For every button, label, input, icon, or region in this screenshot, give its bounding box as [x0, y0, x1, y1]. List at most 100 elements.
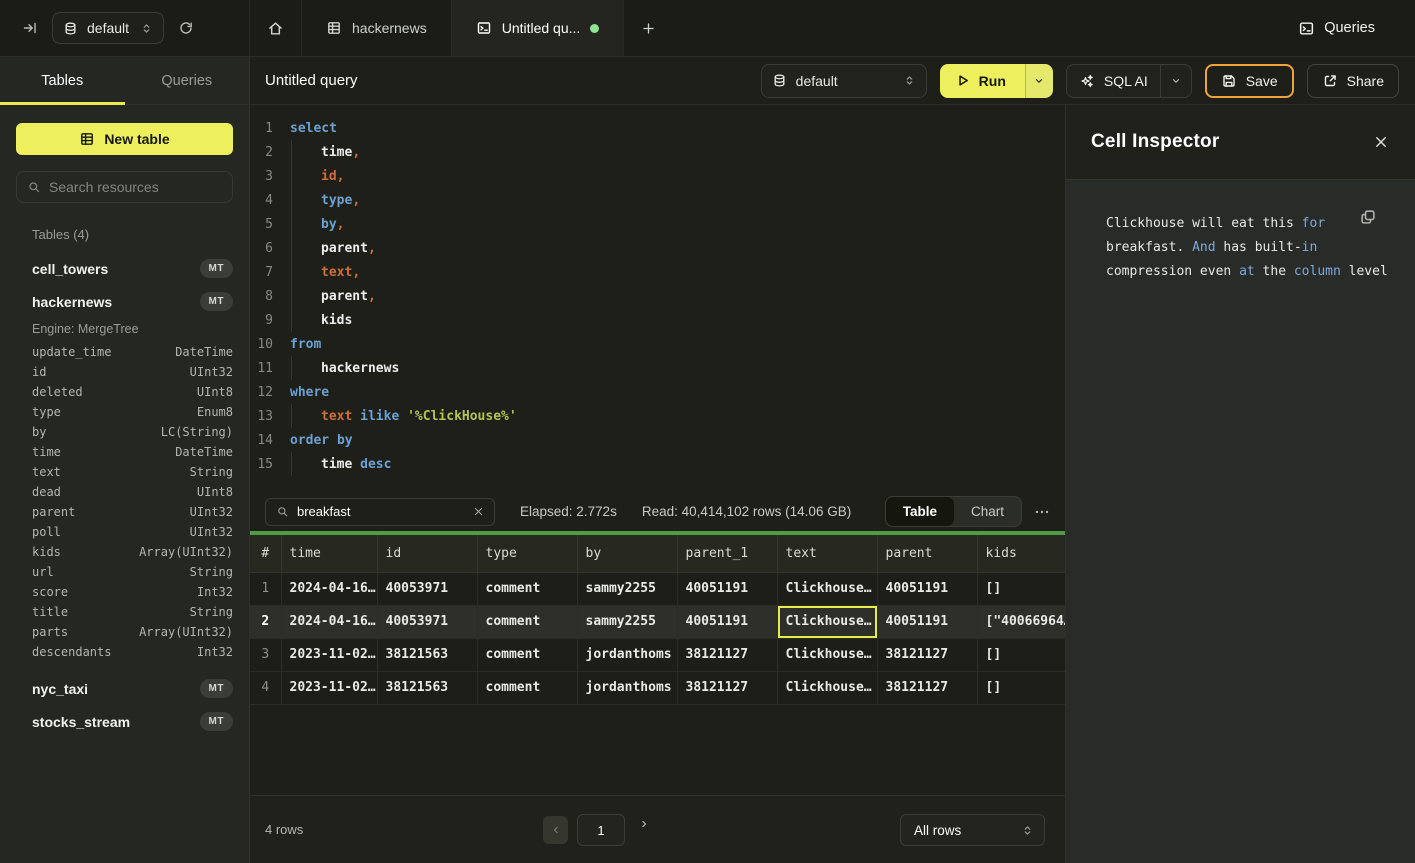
- column-header-by[interactable]: by: [577, 535, 677, 572]
- column-row[interactable]: titleString: [0, 602, 249, 622]
- sidebar-table-cell_towers[interactable]: cell_towersMT: [0, 252, 249, 285]
- run-options-button[interactable]: [1026, 64, 1053, 98]
- cell[interactable]: sammy2255: [577, 572, 677, 605]
- editor-line-2[interactable]: 2time,: [250, 140, 1065, 164]
- more-options-icon[interactable]: [1034, 504, 1050, 520]
- column-row[interactable]: deletedUInt8: [0, 382, 249, 402]
- clear-search-icon[interactable]: [473, 506, 484, 517]
- column-row[interactable]: pollUInt32: [0, 522, 249, 542]
- column-header-id[interactable]: id: [377, 535, 477, 572]
- cell[interactable]: ["40066964…: [977, 605, 1065, 638]
- cell[interactable]: 2023-11-02…: [281, 638, 377, 671]
- view-toggle-table[interactable]: Table: [886, 497, 954, 526]
- refresh-icon[interactable]: [178, 20, 194, 36]
- editor-line-6[interactable]: 6parent,: [250, 236, 1065, 260]
- cell[interactable]: sammy2255: [577, 605, 677, 638]
- tab-untitled-query[interactable]: Untitled qu...: [452, 0, 625, 56]
- sidebar-tab-tables[interactable]: Tables: [0, 57, 125, 104]
- column-header-parent_1[interactable]: parent_1: [677, 535, 777, 572]
- column-header-time[interactable]: time: [281, 535, 377, 572]
- tab-hackernews[interactable]: hackernews: [302, 0, 452, 56]
- cell[interactable]: 38121127: [677, 671, 777, 704]
- run-button[interactable]: Run: [940, 64, 1026, 98]
- row-number[interactable]: 4: [250, 671, 281, 704]
- page-size-selector[interactable]: All rows: [900, 814, 1045, 846]
- cell[interactable]: jordanthoms: [577, 638, 677, 671]
- editor-line-13[interactable]: 13text ilike '%ClickHouse%': [250, 404, 1065, 428]
- editor-line-3[interactable]: 3id,: [250, 164, 1065, 188]
- cell[interactable]: 40051191: [877, 605, 977, 638]
- column-header-kids[interactable]: kids: [977, 535, 1065, 572]
- row-number[interactable]: 3: [250, 638, 281, 671]
- sidebar-table-nyc_taxi[interactable]: nyc_taxiMT: [0, 672, 249, 705]
- row-number[interactable]: 2: [250, 605, 281, 638]
- table-row[interactable]: 12024-04-16…40053971commentsammy22554005…: [250, 572, 1065, 605]
- cell[interactable]: 40051191: [677, 572, 777, 605]
- column-header-type[interactable]: type: [477, 535, 577, 572]
- new-table-button[interactable]: New table: [16, 123, 233, 155]
- table-row[interactable]: 42023-11-02…38121563commentjordanthoms38…: [250, 671, 1065, 704]
- close-icon[interactable]: [1373, 134, 1389, 150]
- table-row[interactable]: 22024-04-16…40053971commentsammy22554005…: [250, 605, 1065, 638]
- column-row[interactable]: kidsArray(UInt32): [0, 542, 249, 562]
- editor-line-15[interactable]: 15time desc: [250, 452, 1065, 476]
- page-number-input[interactable]: [577, 814, 625, 846]
- new-tab-button[interactable]: [624, 0, 673, 56]
- cell[interactable]: comment: [477, 572, 577, 605]
- resource-search-input[interactable]: [49, 179, 222, 195]
- cell[interactable]: 40051191: [677, 605, 777, 638]
- query-database-selector[interactable]: default: [761, 64, 927, 98]
- sidebar-tab-queries[interactable]: Queries: [125, 57, 250, 104]
- cell[interactable]: 2023-11-02…: [281, 671, 377, 704]
- tab-home[interactable]: [250, 0, 302, 56]
- cell[interactable]: 40053971: [377, 572, 477, 605]
- editor-line-12[interactable]: 12where: [250, 380, 1065, 404]
- editor-line-14[interactable]: 14order by: [250, 428, 1065, 452]
- column-row[interactable]: byLC(String): [0, 422, 249, 442]
- prev-page-button[interactable]: [543, 816, 568, 844]
- editor-line-10[interactable]: 10from: [250, 332, 1065, 356]
- cell[interactable]: 38121127: [877, 671, 977, 704]
- sql-editor[interactable]: 1select2time,3id,4type,5by,6parent,7text…: [250, 105, 1065, 481]
- cell[interactable]: Clickhouse…: [777, 605, 877, 638]
- editor-line-1[interactable]: 1select: [250, 116, 1065, 140]
- cell[interactable]: 38121127: [877, 638, 977, 671]
- cell[interactable]: 38121127: [677, 638, 777, 671]
- cell[interactable]: 38121563: [377, 671, 477, 704]
- editor-line-9[interactable]: 9kids: [250, 308, 1065, 332]
- column-row[interactable]: deadUInt8: [0, 482, 249, 502]
- cell[interactable]: []: [977, 572, 1065, 605]
- column-header-parent[interactable]: parent: [877, 535, 977, 572]
- copy-icon[interactable]: [1359, 208, 1377, 226]
- column-header-text[interactable]: text: [777, 535, 877, 572]
- cell[interactable]: 38121563: [377, 638, 477, 671]
- cell[interactable]: 2024-04-16…: [281, 572, 377, 605]
- share-button[interactable]: Share: [1307, 64, 1399, 98]
- editor-line-4[interactable]: 4type,: [250, 188, 1065, 212]
- column-row[interactable]: parentUInt32: [0, 502, 249, 522]
- column-row[interactable]: urlString: [0, 562, 249, 582]
- cell[interactable]: 2024-04-16…: [281, 605, 377, 638]
- column-row[interactable]: idUInt32: [0, 362, 249, 382]
- database-selector[interactable]: default: [52, 12, 164, 44]
- column-row[interactable]: scoreInt32: [0, 582, 249, 602]
- cell[interactable]: comment: [477, 605, 577, 638]
- cell[interactable]: Clickhouse…: [777, 671, 877, 704]
- cell[interactable]: 40053971: [377, 605, 477, 638]
- table-row[interactable]: 32023-11-02…38121563commentjordanthoms38…: [250, 638, 1065, 671]
- sidebar-table-hackernews[interactable]: hackernewsMT: [0, 285, 249, 318]
- column-row[interactable]: typeEnum8: [0, 402, 249, 422]
- editor-line-7[interactable]: 7text,: [250, 260, 1065, 284]
- next-page-button[interactable]: [638, 818, 650, 830]
- editor-line-11[interactable]: 11hackernews: [250, 356, 1065, 380]
- column-header-index[interactable]: #: [250, 535, 281, 572]
- view-toggle-chart[interactable]: Chart: [954, 497, 1021, 526]
- cell[interactable]: Clickhouse…: [777, 572, 877, 605]
- results-search-input[interactable]: [297, 504, 465, 519]
- cell[interactable]: 40051191: [877, 572, 977, 605]
- column-row[interactable]: timeDateTime: [0, 442, 249, 462]
- cell[interactable]: Clickhouse…: [777, 638, 877, 671]
- cell[interactable]: jordanthoms: [577, 671, 677, 704]
- collapse-sidebar-icon[interactable]: [22, 20, 38, 36]
- queries-button[interactable]: Queries: [1298, 0, 1415, 56]
